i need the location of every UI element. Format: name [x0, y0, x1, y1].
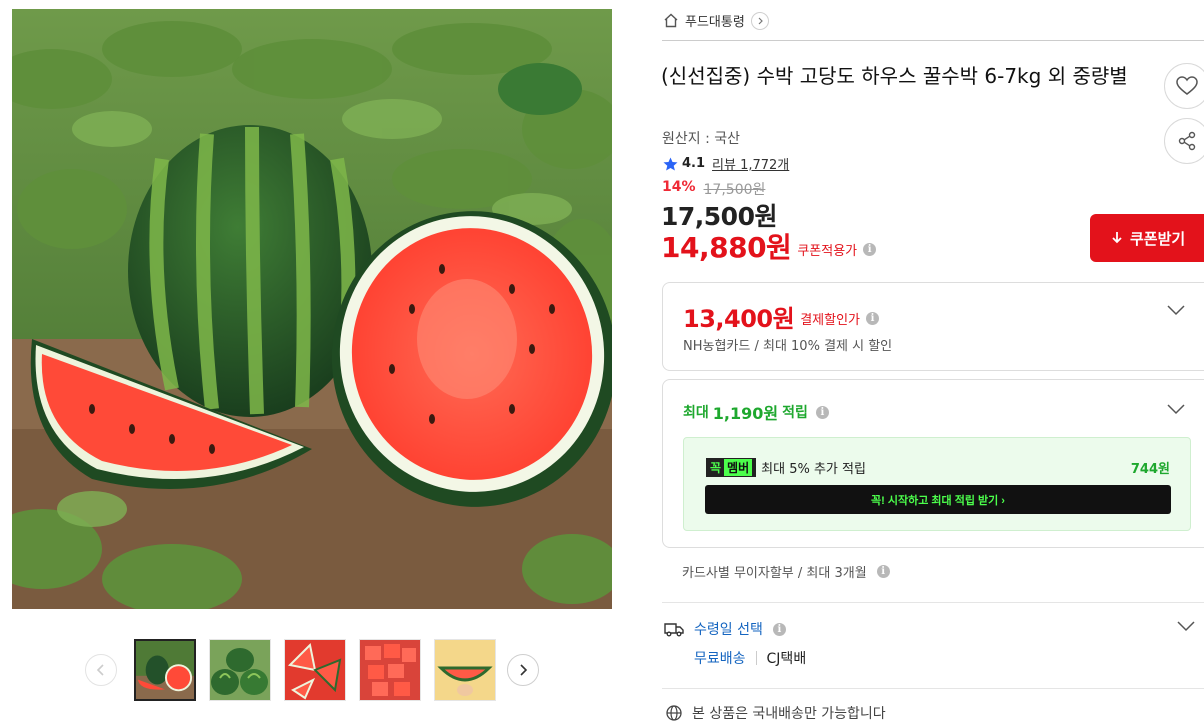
- origin-text: 원산지 : 국산: [662, 131, 741, 147]
- rating-score: 4.1: [682, 156, 706, 171]
- truck-icon: [664, 623, 684, 637]
- carrier-name: CJ택배: [766, 651, 807, 667]
- breadcrumb-category[interactable]: 푸드대통령: [685, 11, 745, 30]
- info-icon[interactable]: i: [815, 405, 829, 419]
- thumbnail-strip: [134, 639, 496, 701]
- member-badge-2: 멤버: [724, 459, 753, 476]
- info-icon[interactable]: i: [772, 622, 786, 636]
- installment-text: 카드사별 무이자할부 / 최대 3개월: [682, 566, 867, 581]
- discount-row: 14% 17,500원: [662, 179, 765, 199]
- delivery-label: 수령일 선택: [694, 622, 763, 638]
- member-badge: 꼭 멤버: [706, 458, 757, 477]
- breadcrumb: 푸드대통령: [663, 11, 769, 30]
- chevron-down-icon[interactable]: [1167, 305, 1185, 316]
- info-icon[interactable]: i: [866, 312, 880, 325]
- delivery-date-select[interactable]: 수령일 선택 i: [664, 619, 786, 639]
- divider: [662, 688, 1204, 689]
- member-text: 최대 5% 추가 적립: [761, 462, 866, 477]
- star-icon: [663, 157, 678, 170]
- divider: [755, 651, 757, 665]
- points-summary: 최대 1,190원 적립 i: [683, 400, 829, 424]
- thumb-watermelon-slices[interactable]: [284, 639, 346, 701]
- globe-icon: [666, 705, 682, 721]
- free-shipping: 무료배송: [694, 651, 746, 667]
- installment-info: 카드사별 무이자할부 / 최대 3개월 i: [682, 562, 890, 581]
- payment-discount-box[interactable]: 13,400원 결제할인가 i NH농협카드 / 최대 10% 결제 시 할인: [662, 282, 1204, 371]
- review-count-link[interactable]: 리뷰 1,772개: [712, 154, 789, 173]
- chevron-down-icon[interactable]: [1167, 404, 1185, 415]
- coupon-price-row: 14,880원 쿠폰적용가 i: [661, 226, 877, 266]
- discount-rate: 14%: [662, 179, 696, 195]
- points-prefix: 최대: [683, 405, 709, 421]
- member-join-button[interactable]: 꼭! 시작하고 최대 적립 받기 ›: [705, 485, 1171, 514]
- gallery-prev-button[interactable]: [85, 654, 117, 686]
- download-icon: [1112, 232, 1122, 244]
- member-points: 744원: [1130, 462, 1170, 477]
- thumb-watermelon-hand[interactable]: [434, 639, 496, 701]
- shipping-info: 무료배송 CJ택배: [694, 648, 806, 668]
- domestic-text: 본 상품은 국내배송만 가능합니다: [692, 706, 886, 722]
- chevron-right-icon[interactable]: [750, 11, 769, 30]
- product-main-image: [12, 9, 612, 609]
- info-icon[interactable]: i: [863, 242, 877, 256]
- share-icon: [1178, 131, 1196, 151]
- product-title: (신선집중) 수박 고당도 하우스 꿀수박 6-7kg 외 중량별: [661, 64, 1128, 88]
- share-button[interactable]: [1164, 118, 1204, 164]
- member-info: 꼭 멤버 최대 5% 추가 적립: [706, 458, 866, 477]
- info-icon[interactable]: i: [876, 565, 890, 578]
- thumb-watermelon-pile[interactable]: [209, 639, 271, 701]
- member-badge-1: 꼭: [710, 461, 722, 475]
- thumb-watermelon-cubes[interactable]: [359, 639, 421, 701]
- rating: 4.1 리뷰 1,772개: [663, 154, 789, 173]
- wishlist-button[interactable]: [1164, 63, 1204, 109]
- coupon-button-label: 쿠폰받기: [1130, 230, 1186, 248]
- divider: [662, 40, 1204, 41]
- home-icon[interactable]: [663, 13, 679, 28]
- chevron-right-icon: [520, 664, 528, 676]
- domestic-shipping-note: 본 상품은 국내배송만 가능합니다: [666, 703, 886, 723]
- coupon-price: 14,880원: [661, 231, 792, 264]
- original-price: 17,500원: [703, 182, 766, 198]
- thumb-watermelon-field[interactable]: [134, 639, 196, 701]
- points-suffix: 적립: [782, 405, 808, 421]
- gallery-next-button[interactable]: [507, 654, 539, 686]
- coupon-price-label: 쿠폰적용가: [797, 243, 858, 259]
- points-amount: 1,190원: [712, 404, 779, 423]
- heart-icon: [1176, 76, 1198, 95]
- payment-discount-note: NH농협카드 / 최대 10% 결제 시 할인: [683, 339, 893, 354]
- payment-discount-label: 결제할인가: [800, 313, 861, 328]
- divider: [662, 602, 1204, 603]
- payment-discount-amount: 13,400원: [683, 305, 795, 333]
- coupon-download-button[interactable]: 쿠폰받기: [1090, 214, 1204, 262]
- chevron-left-icon: [96, 664, 104, 676]
- chevron-down-icon[interactable]: [1177, 621, 1195, 632]
- points-box: 최대 1,190원 적립 i 꼭 멤버 최대 5% 추가 적립 744원 꼭! …: [662, 379, 1204, 548]
- member-promo: 꼭 멤버 최대 5% 추가 적립 744원 꼭! 시작하고 최대 적립 받기 ›: [683, 437, 1191, 531]
- payment-discount-price: 13,400원 결제할인가 i: [683, 299, 880, 334]
